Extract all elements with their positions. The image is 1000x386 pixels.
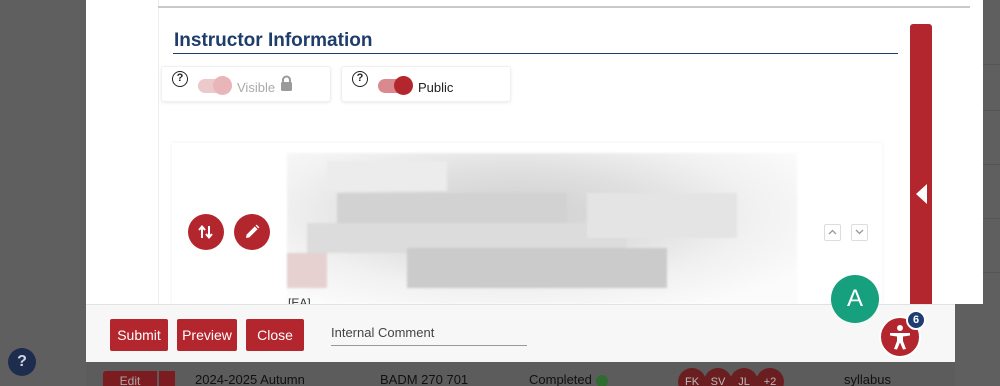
move-up-button[interactable] — [824, 224, 841, 241]
background-table-row: 2024-2025 Autumn BADM 270 701 Completed … — [86, 362, 955, 386]
swap-vertical-icon — [198, 224, 213, 240]
collapse-left-icon — [916, 184, 927, 204]
pencil-icon — [246, 224, 260, 238]
close-button[interactable]: Close — [246, 319, 304, 351]
public-toggle-card: ? Public — [341, 66, 511, 102]
accessibility-icon — [890, 325, 910, 350]
visible-toggle[interactable] — [198, 76, 232, 95]
user-avatar-badge[interactable]: A — [831, 275, 879, 323]
chevron-down-icon — [855, 229, 864, 235]
preview-button[interactable]: Preview — [177, 319, 237, 351]
section-title: Instructor Information — [174, 30, 373, 51]
redacted-instructor-details — [287, 153, 797, 304]
help-circle-icon[interactable]: ? — [352, 71, 368, 87]
help-circle-icon[interactable]: ? — [172, 71, 188, 87]
term-cell: 2024-2025 Autumn — [195, 372, 305, 386]
check-circle-icon — [595, 374, 608, 386]
edit-modal: Instructor Information ? Visible ? Publi… — [86, 0, 983, 362]
help-button[interactable]: ? — [8, 348, 36, 376]
chevron-up-icon — [828, 229, 837, 235]
public-toggle-label: Public — [418, 80, 454, 95]
accessibility-count-badge: 6 — [906, 310, 926, 330]
submit-button[interactable]: Submit — [110, 319, 168, 351]
section-title-rule — [173, 53, 898, 54]
visible-toggle-label: Visible — [237, 80, 276, 95]
modal-footer: Submit Preview Close Internal Comment — [86, 304, 955, 362]
background-edit-button[interactable]: Edit — [103, 371, 157, 386]
doc-type-cell: syllabus — [844, 372, 891, 386]
background-left-panel — [0, 0, 86, 386]
background-edit-dropdown[interactable] — [159, 371, 175, 386]
reorder-button[interactable] — [188, 214, 224, 250]
edit-instructor-button[interactable] — [234, 214, 270, 250]
status-cell: Completed — [529, 372, 608, 386]
course-cell: BADM 270 701 — [380, 372, 469, 386]
lock-icon — [281, 75, 292, 91]
top-divider — [158, 6, 970, 8]
public-toggle[interactable] — [378, 76, 413, 95]
visible-toggle-card: ? Visible — [161, 66, 331, 102]
move-down-button[interactable] — [851, 224, 868, 241]
internal-comment-field[interactable]: Internal Comment — [331, 324, 527, 346]
